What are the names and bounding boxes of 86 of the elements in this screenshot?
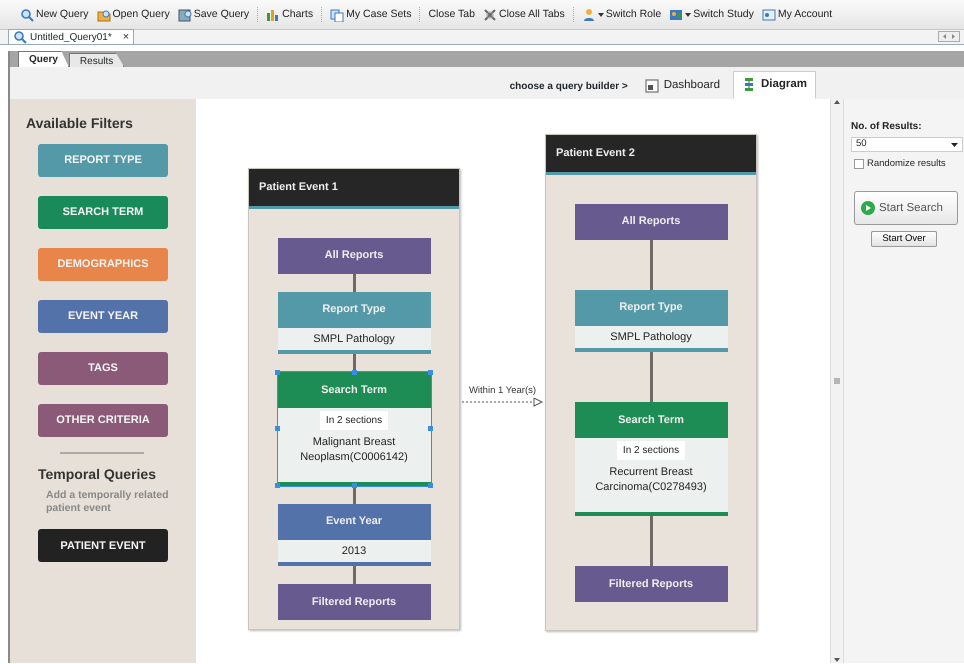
results-label: No. of Results: [851,120,923,134]
node-title: Search Term [574,402,728,438]
node-value: SMPL Pathology [609,330,693,345]
folder-icon [96,8,111,22]
start-search-button[interactable]: Start Search [854,191,958,226]
search-icon [13,30,27,44]
selection-handle[interactable] [352,370,356,374]
filter-button[interactable]: SEARCH TERM [38,196,168,229]
caret-icon [685,12,692,16]
diagram-node[interactable]: All Reports [574,204,728,240]
selection-handle[interactable] [428,426,433,432]
connector-line [650,516,652,566]
toolbar-button[interactable]: My Account [760,6,834,22]
node-title: Report Type [574,290,728,326]
pages-icon [330,8,344,22]
node-value: 2013 [340,544,368,559]
diagram-node[interactable]: Filtered Reports [278,584,430,620]
close-button[interactable]: × [114,32,130,42]
toolbar-button[interactable]: New Query [18,6,91,22]
tab[interactable]: Results [68,53,124,67]
connector-line [352,274,356,292]
diagram-node[interactable]: Report Type SMPL Pathology [574,290,728,352]
tab[interactable]: Dashboard [636,73,729,99]
people-card-icon [669,8,684,22]
play-icon [861,201,875,216]
grip-icon [834,378,840,384]
selection-handle[interactable] [428,483,433,488]
section-badge: In 2 sections [616,441,686,460]
node-value: Recurrent Breast Carcinoma(C0278493) [594,465,708,496]
start-over-button[interactable]: Start Over [871,231,937,248]
toolbar-button[interactable]: Switch Role [580,6,664,22]
node-value: Malignant Breast Neoplasm(C0006142) [299,435,409,465]
connector-line [352,566,356,584]
filter-button[interactable]: EVENT YEAR [38,300,168,333]
selection-handle[interactable] [352,483,356,488]
selection-handle[interactable] [275,370,280,374]
toolbar-button[interactable]: Close Tab [426,6,477,22]
section-badge: In 2 sections [320,411,388,430]
checkbox-label: Randomize results [867,157,946,171]
down-arrow-icon [833,657,841,663]
diagram-node[interactable]: Event Year 2013 [278,504,430,566]
caret-icon [598,12,604,16]
node-title: Event Year [278,504,430,540]
diagram-node[interactable]: Report Type SMPL Pathology [278,292,430,354]
results-dropdown[interactable]: 50 [851,137,963,152]
search-icon [20,8,34,22]
toolbar-button[interactable]: Switch Study [667,6,756,22]
connector-line [650,352,652,402]
selection-handle[interactable] [275,483,280,488]
toolbar-button[interactable]: Close All Tabs [480,6,567,22]
toolbar-button[interactable]: Save Query [176,6,252,22]
node-title: Search Term [278,372,430,408]
toolbar-button[interactable]: Charts [264,6,316,22]
person-icon [582,8,596,22]
connector-line [352,486,356,504]
connector-line [650,240,652,290]
checkbox[interactable] [854,159,864,170]
toolbar-button[interactable]: Open Query [94,6,172,22]
scrollbar[interactable] [830,99,844,663]
scroll-arrows-icon[interactable] [938,31,960,42]
patient-event-button[interactable]: PATIENT EVENT [38,529,168,562]
node-value: SMPL Pathology [312,332,396,346]
selection-handle[interactable] [428,370,433,374]
panel-header: Patient Event 1 [249,169,459,208]
diagram-node[interactable]: Filtered Reports [574,566,728,602]
up-arrow-icon [833,99,841,105]
hint-text: Add a temporally related patient event [46,489,170,516]
link-label: Within 1 Year(s) [468,384,536,398]
id-card-icon [762,8,776,22]
filter-button[interactable]: TAGS [38,352,168,385]
diagram-node[interactable]: All Reports [278,238,430,274]
filter-button[interactable]: OTHER CRITERIA [38,404,168,437]
section-title: Temporal Queries [38,465,158,484]
selection-handle[interactable] [275,426,280,432]
node-title: Report Type [278,292,430,328]
bar-chart-icon [266,8,280,22]
builder-label: choose a query builder > [510,80,628,94]
tab[interactable]: Query [18,51,69,67]
document-tab[interactable]: Untitled_Query01* × [8,29,134,44]
sidebar-title: Available Filters [26,114,134,133]
panel-header: Patient Event 2 [546,135,756,174]
close-all-icon [482,8,497,22]
toolbar-button[interactable]: My Case Sets [328,6,414,22]
dashboard-icon [644,79,659,93]
tab[interactable]: Diagram [732,71,816,99]
caret-icon [951,142,958,146]
